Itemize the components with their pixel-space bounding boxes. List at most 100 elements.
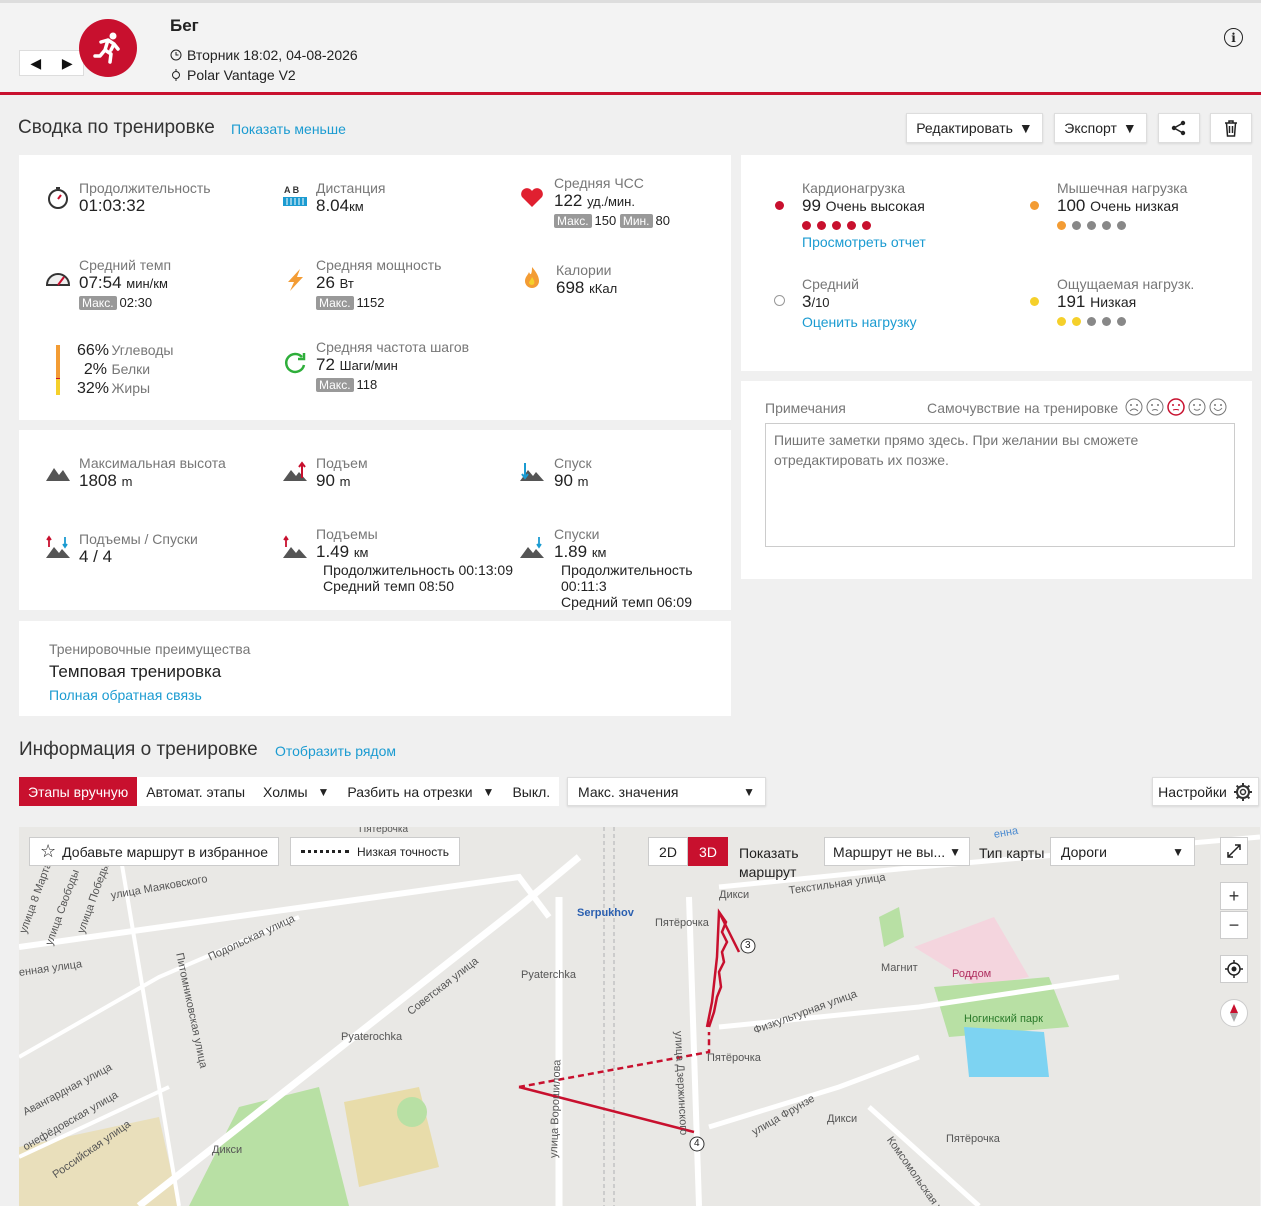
watch-icon [172, 69, 180, 81]
fullscreen-button[interactable] [1220, 837, 1248, 865]
hr-max-tag: Макс. [554, 214, 592, 228]
split-label: Разбить на отрезки [347, 783, 473, 800]
max-altitude-unit: m [121, 474, 133, 489]
star-icon: ☆ [40, 841, 57, 861]
edit-button[interactable]: Редактировать ▼ [906, 113, 1043, 143]
cardio-desc: Очень высокая [825, 198, 925, 214]
info-icon[interactable]: i [1224, 28, 1243, 47]
route-map[interactable]: 3 4 Serpukhov Пятёрочка Пятёрочка Пятёро… [19, 827, 1260, 1206]
very-happy-face-icon[interactable] [1209, 398, 1227, 416]
map-label-dixy-2: Дикси [827, 1113, 858, 1125]
zoom-out-button[interactable]: − [1220, 911, 1248, 939]
locate-button[interactable] [1220, 955, 1248, 983]
sad-face-icon[interactable] [1146, 398, 1164, 416]
ups-downs-metric: Подъемы / Спуски 4 / 4 [79, 531, 198, 567]
uphills-duration: Продолжительность 00:13:09 [323, 562, 513, 578]
distance-icon: A B [283, 185, 307, 206]
descent-value: 90 [554, 471, 573, 490]
cadence-value: 72 [316, 355, 335, 374]
very-sad-face-icon[interactable] [1125, 398, 1143, 416]
accuracy-legend: Низкая точность [290, 837, 460, 866]
map-label-pyaterochka-top: Пятёрочка [359, 827, 409, 835]
carbs-label: Углеводы [111, 342, 174, 358]
clock-icon [170, 49, 182, 61]
hr-value: 122 [554, 191, 583, 210]
descent-icon [520, 463, 544, 481]
cardio-dots [802, 221, 926, 230]
cadence-label: Средняя частота шагов [316, 339, 470, 355]
load-dot [817, 221, 826, 230]
hr-unit: уд./мин. [587, 194, 635, 209]
descent-metric: Спуск 90 m [554, 455, 592, 491]
route-select[interactable]: Маршрут не вы... ▼ [824, 837, 970, 866]
neutral-face-icon[interactable] [1167, 398, 1185, 416]
downhills-pace: Средний темп 06:09 [561, 594, 692, 610]
compass-icon [1230, 1004, 1238, 1022]
descent-unit: m [577, 474, 589, 489]
tab-off[interactable]: Выкл. [503, 777, 559, 806]
cadence-max-value: 118 [356, 377, 378, 392]
lap-tabs: Этапы вручную Автомат. этапы Холмы ▼ Разб… [19, 777, 560, 806]
uphills-icon [283, 535, 307, 558]
fat-value: 32% [77, 380, 110, 397]
training-load-card: Кардионагрузка 99 Очень высокая Просмотр… [741, 155, 1252, 371]
notes-textarea[interactable] [765, 423, 1235, 547]
muscle-dots [1057, 221, 1187, 230]
add-favorite-route-button[interactable]: ☆ Добавьте маршрут в избранное [29, 837, 280, 866]
workout-info-title: Информация о тренировке [19, 739, 258, 760]
chevron-down-icon: ▼ [1018, 120, 1033, 136]
distance-icon-text: A B [284, 185, 300, 195]
power-max-tag: Макс. [316, 296, 354, 310]
compass-button[interactable] [1220, 999, 1248, 1027]
crosshair-icon [1225, 960, 1243, 978]
pace-label: Средний темп [79, 257, 172, 273]
view-2d-button[interactable]: 2D [648, 837, 688, 866]
ups-downs-icon [46, 535, 70, 558]
expand-icon [1227, 844, 1241, 858]
cadence-icon [284, 352, 306, 374]
sport-title: Бег [170, 16, 199, 35]
pace-unit: мин/км [126, 276, 168, 291]
share-button[interactable] [1158, 113, 1200, 143]
export-button[interactable]: Экспорт ▼ [1054, 113, 1147, 143]
show-less-link[interactable]: Показать меньше [231, 121, 346, 137]
load-dot [847, 221, 856, 230]
cardio-value: 99 [802, 196, 821, 215]
zoom-in-button[interactable]: + [1220, 882, 1248, 910]
summary-title: Сводка по тренировке [18, 117, 215, 138]
route-select-value: Маршрут не вы... [833, 843, 946, 860]
power-metric: Средняя мощность 26 Вт Макс. 1152 [316, 257, 441, 310]
flame-icon [525, 267, 539, 288]
map-type-select[interactable]: Дороги ▼ [1050, 837, 1195, 866]
next-workout-button[interactable]: ▶ [52, 51, 84, 75]
cardio-indicator [775, 201, 784, 210]
view-report-link[interactable]: Просмотреть отчет [802, 234, 926, 250]
tab-hills[interactable]: Холмы ▼ [254, 777, 338, 806]
view-3d-button[interactable]: 3D [688, 837, 728, 866]
show-route-toggle[interactable]: Показать маршрут [739, 844, 799, 882]
load-dot [802, 221, 811, 230]
tab-manual-laps[interactable]: Этапы вручную [19, 777, 138, 806]
prev-workout-button[interactable]: ◀ [20, 51, 52, 75]
map-label-roddom: Роддом [952, 968, 992, 980]
duration-metric: Продолжительность 01:03:32 [79, 180, 211, 216]
load-dot [1102, 221, 1111, 230]
ascent-unit: m [339, 474, 351, 489]
benefit-value: Темповая тренировка [49, 662, 222, 681]
happy-face-icon[interactable] [1188, 398, 1206, 416]
tab-split[interactable]: Разбить на отрезки ▼ [338, 777, 503, 806]
downhills-metric: Спуски 1.89 км Продолжительность 00:11:3… [554, 526, 731, 610]
show-side-by-side-link[interactable]: Отобразить рядом [275, 743, 396, 759]
downhills-value: 1.89 [554, 542, 588, 561]
duration-value: 01:03:32 [79, 196, 146, 215]
delete-button[interactable] [1210, 113, 1252, 143]
show-route-line2: маршрут [739, 864, 797, 880]
notes-card: Примечания Самочувствие на тренировке [741, 381, 1252, 579]
calories-unit: кКал [589, 281, 618, 296]
settings-button[interactable]: Настройки [1152, 777, 1259, 806]
max-values-select[interactable]: Макс. значения ▼ [567, 777, 766, 806]
full-feedback-link[interactable]: Полная обратная связь [49, 687, 202, 703]
max-values-label: Макс. значения [578, 783, 679, 800]
rate-load-link[interactable]: Оценить нагрузку [802, 314, 917, 330]
tab-auto-laps[interactable]: Автомат. этапы [137, 777, 254, 806]
